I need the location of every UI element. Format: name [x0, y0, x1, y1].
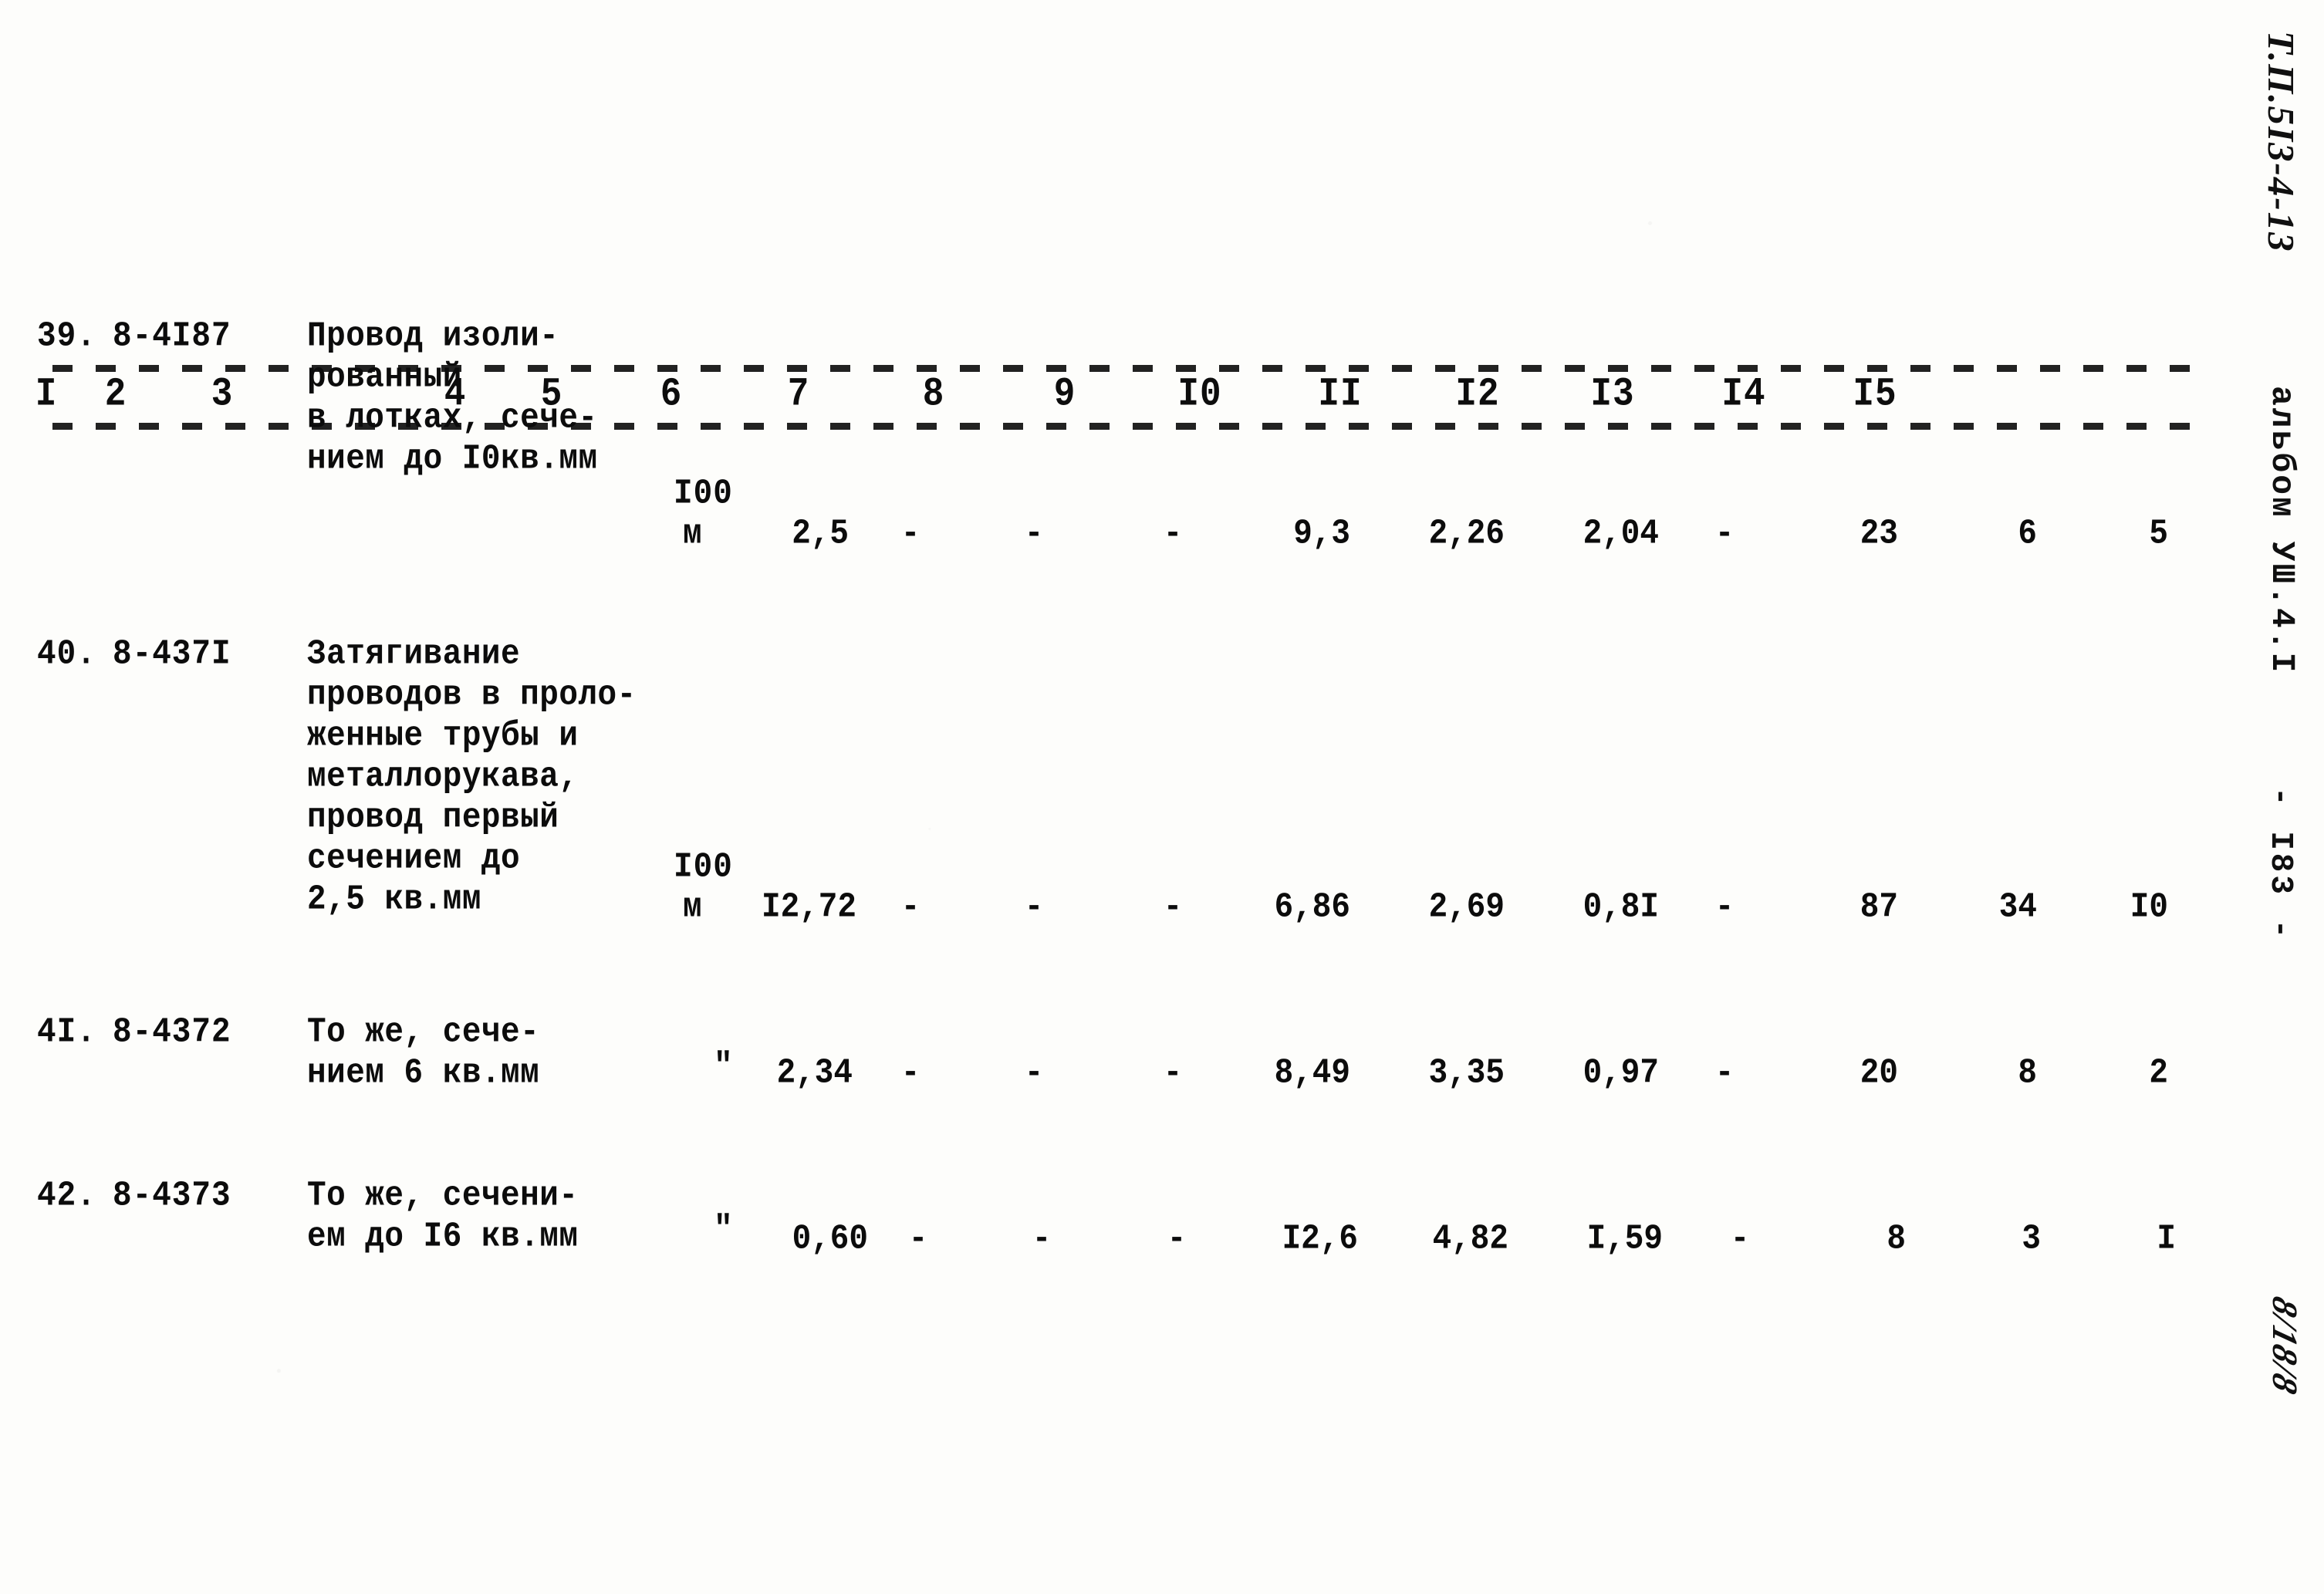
row-value-col13: 20: [1860, 1054, 1898, 1093]
row-value-col5: I2,72: [761, 888, 856, 927]
row-value-col10: 2,26: [1428, 515, 1505, 554]
row-value-col8: -: [1163, 515, 1183, 554]
row-value-col7: -: [1024, 515, 1044, 554]
row-index: 40.: [37, 635, 96, 674]
row-value-col6: -: [908, 1220, 928, 1259]
column-header-13: I3: [1590, 371, 1635, 417]
row-value-col15: 5: [2149, 515, 2168, 554]
row-value-col15: I: [2157, 1220, 2176, 1259]
row-value-col9: I2,6: [1282, 1220, 1358, 1259]
row-value-col9: 9,3: [1293, 515, 1350, 554]
row-value-col7: -: [1024, 1054, 1044, 1093]
row-value-col10: 4,82: [1432, 1220, 1508, 1259]
row-value-col8: -: [1163, 1054, 1183, 1093]
row-description-line: сечением до: [307, 839, 521, 879]
column-header-10: I0: [1177, 371, 1222, 417]
row-value-col9: 8,49: [1274, 1054, 1350, 1093]
handwritten-note: 8/18/8: [2265, 1292, 2305, 1400]
row-code: 8-4372: [113, 1013, 231, 1052]
row-value-col9: 6,86: [1274, 888, 1350, 927]
row-value-col6: -: [900, 515, 920, 554]
row-unit-count: I00: [674, 474, 733, 514]
row-description-line: Затягивание: [307, 635, 521, 674]
row-value-col14: 34: [1998, 888, 2037, 927]
row-description-line: рованный: [307, 358, 462, 397]
row-value-col14: 3: [2022, 1220, 2041, 1259]
column-header-11: II: [1318, 371, 1363, 417]
row-value-col13: 87: [1860, 888, 1898, 927]
row-value-col13: 23: [1860, 515, 1898, 554]
row-value-col6: -: [900, 888, 920, 927]
row-value-col5: 2,34: [776, 1054, 853, 1093]
row-value-col5: 2,5: [792, 515, 849, 554]
row-value-col8: -: [1163, 888, 1183, 927]
row-value-col12: -: [1730, 1220, 1750, 1259]
row-value-col5: 0,60: [792, 1220, 868, 1259]
row-value-col15: 2: [2149, 1054, 2168, 1093]
row-description-line: провод первый: [307, 799, 559, 838]
row-value-col11: 0,97: [1583, 1054, 1659, 1093]
row-value-col14: 6: [2018, 515, 2037, 554]
row-code: 8-437I: [113, 635, 231, 674]
row-description-line: нием 6 кв.мм: [307, 1054, 540, 1093]
column-header-1: I: [35, 371, 58, 417]
row-description-line: ем до I6 кв.мм: [307, 1217, 579, 1257]
drawing-number-stamp: Т.П.5I3-4-13: [2260, 31, 2302, 253]
row-value-col12: -: [1714, 888, 1735, 927]
row-value-col13: 8: [1887, 1220, 1906, 1259]
row-value-col11: 0,8I: [1583, 888, 1659, 927]
column-header-15: I5: [1853, 371, 1897, 417]
row-description-line: Провод изоли-: [307, 317, 559, 356]
page-number: - I83 -: [2262, 787, 2298, 942]
row-code: 8-4373: [113, 1177, 231, 1216]
row-description-line: нием до I0кв.мм: [307, 440, 598, 479]
row-code: 8-4I87: [113, 317, 231, 356]
column-header-12: I2: [1455, 371, 1500, 417]
row-value-col12: -: [1714, 1054, 1735, 1093]
row-value-col6: -: [900, 1054, 920, 1093]
row-value-col7: -: [1032, 1220, 1052, 1259]
row-description-line: То же, сечени-: [307, 1177, 579, 1216]
column-header-7: 7: [787, 371, 810, 417]
row-unit-count: I00: [674, 848, 733, 887]
row-description-line: 2,5 кв.мм: [307, 880, 481, 920]
row-unit-measure: м: [683, 888, 703, 927]
row-index: 42.: [37, 1177, 96, 1216]
row-description-line: металлорукава,: [307, 758, 579, 797]
row-description-line: проводов в проло-: [307, 676, 637, 715]
column-header-8: 8: [922, 371, 945, 417]
row-index: 39.: [37, 317, 96, 356]
column-header-3: 3: [211, 371, 234, 417]
row-value-col12: -: [1714, 515, 1735, 554]
row-value-col11: I,59: [1586, 1220, 1663, 1259]
row-value-col8: -: [1167, 1220, 1187, 1259]
album-label: альбом УШ.4.I: [2263, 386, 2301, 675]
scanned-page: I 2 3 4 5 6 7 8 9 I0 II I2 I3 I4 I5 39. …: [0, 0, 2324, 1594]
column-header-14: I4: [1721, 371, 1766, 417]
column-header-6: 6: [660, 371, 683, 417]
row-value-col11: 2,04: [1583, 515, 1659, 554]
row-description-line: То же, сече-: [307, 1013, 540, 1052]
column-header-9: 9: [1053, 371, 1076, 417]
row-description-line: в лотках, сече-: [307, 399, 598, 438]
row-value-col14: 8: [2018, 1054, 2037, 1093]
row-value-col15: I0: [2130, 888, 2168, 927]
row-index: 4I.: [37, 1013, 96, 1052]
row-value-col10: 3,35: [1428, 1054, 1505, 1093]
row-description-line: женные трубы и: [307, 717, 579, 756]
row-value-col10: 2,69: [1428, 888, 1505, 927]
row-unit-measure: м: [683, 515, 703, 554]
column-header-2: 2: [104, 371, 127, 417]
row-value-col7: -: [1024, 888, 1044, 927]
